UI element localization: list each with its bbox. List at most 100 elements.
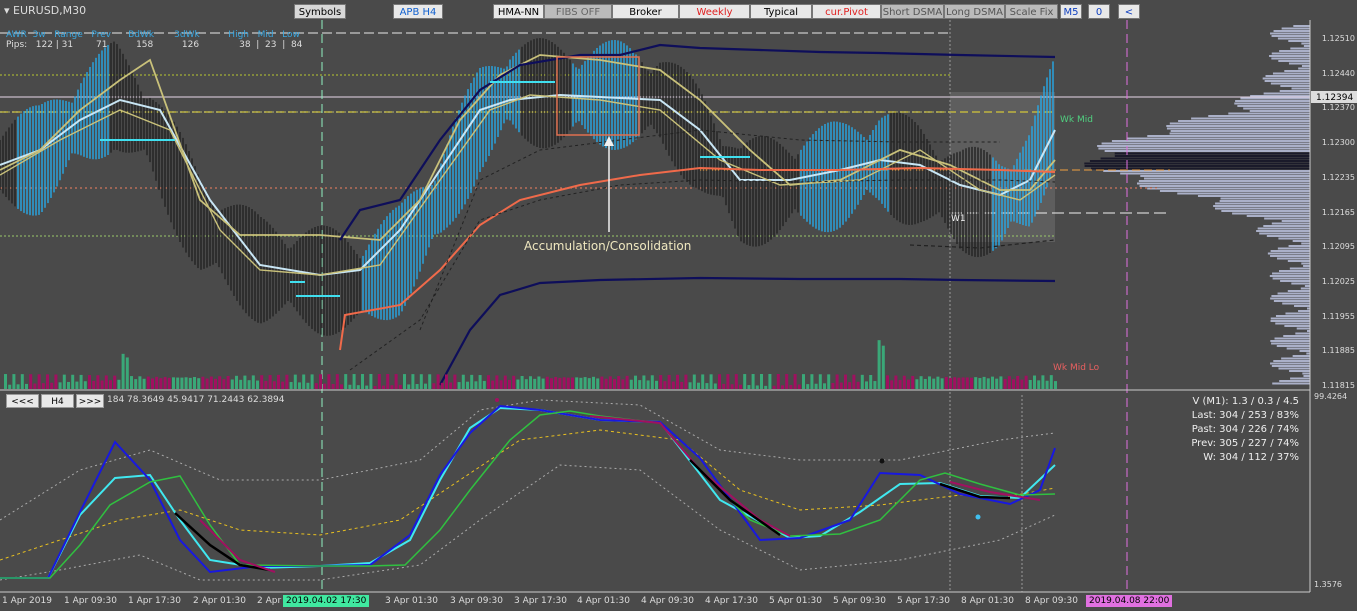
sub-prev-button[interactable]: <<<	[6, 394, 39, 408]
volume-bar	[638, 380, 642, 389]
volume-bar	[823, 383, 826, 389]
volume-bar	[550, 378, 553, 389]
volume-profile-bar	[1221, 210, 1310, 212]
weekly-button[interactable]: Weekly	[679, 4, 750, 19]
symbol-text: EURUSD,M30	[13, 4, 87, 17]
volume-bar	[281, 381, 285, 389]
volume-bar	[739, 384, 742, 389]
volume-bar	[130, 376, 133, 389]
volume-bar	[46, 374, 49, 389]
cur-pivot-button[interactable]: cur.Pivot	[812, 4, 881, 19]
volume-bar	[831, 382, 835, 389]
volume-bar	[1028, 380, 1032, 389]
volume-bar	[373, 385, 377, 389]
m5-button[interactable]: M5	[1060, 4, 1082, 19]
volume-bar	[680, 381, 684, 389]
broker-button[interactable]: Broker	[612, 4, 679, 19]
annotation-text: Accumulation/Consolidation	[524, 239, 691, 253]
volume-bar	[957, 377, 961, 389]
back-button[interactable]: <	[1118, 4, 1140, 19]
osc-dot	[495, 398, 499, 402]
volume-profile-bar	[1278, 367, 1310, 370]
volume-bar	[306, 382, 310, 389]
volume-bar	[125, 357, 129, 389]
volume-profile-bar	[1302, 372, 1310, 375]
long-dsma-button[interactable]: Long DSMA	[944, 4, 1005, 19]
volume-bar	[894, 375, 898, 389]
volume-bar	[302, 374, 306, 389]
volume-profile-bar	[1269, 55, 1310, 57]
symbols-button[interactable]: Symbols	[294, 4, 346, 19]
volume-profile-bar	[1281, 220, 1310, 222]
volume-bar	[4, 374, 7, 389]
volume-bar	[193, 377, 196, 389]
hma-nn-button[interactable]: HMA-NN	[493, 4, 544, 19]
price-axis-label: 1.12370	[1321, 103, 1355, 113]
volume-profile-bar	[1249, 110, 1310, 112]
volume-bar	[264, 380, 268, 389]
typical-button[interactable]: Typical	[750, 4, 812, 19]
volume-bar	[1024, 375, 1028, 389]
volume-bar	[209, 376, 213, 389]
volume-profile-bar	[1279, 90, 1310, 92]
volume-bar	[457, 382, 461, 389]
volume-profile-bar	[1296, 327, 1310, 330]
volume-profile-bar	[1215, 207, 1310, 210]
volume-bar	[781, 385, 784, 389]
volume-bar	[604, 378, 608, 389]
volume-profile-bar	[1237, 105, 1310, 107]
volume-profile-bar	[1091, 167, 1310, 170]
volume-profile-bar	[1197, 195, 1310, 197]
sub-stat-week: W: 304 / 112 / 37%	[1203, 452, 1299, 463]
volume-profile-bar	[1270, 362, 1310, 365]
volume-bar	[671, 381, 675, 389]
volume-bar	[16, 384, 20, 389]
volume-profile-bar	[1279, 270, 1310, 272]
chart-canvas[interactable]: Accumulation/Consolidation Wk Mid Wk Mid…	[0, 0, 1357, 611]
volume-bar	[113, 375, 117, 389]
volume-bar	[487, 375, 490, 389]
volume-bar	[873, 381, 877, 389]
scale-fix-button[interactable]: Scale Fix	[1005, 4, 1058, 19]
volume-bar	[449, 382, 453, 389]
volume-bar	[436, 374, 440, 389]
volume-bar	[667, 374, 671, 389]
volume-bar	[869, 374, 873, 389]
volume-bar	[1020, 379, 1024, 389]
volume-bar	[961, 377, 965, 389]
volume-bar	[29, 374, 33, 389]
volume-profile-bar	[1273, 300, 1310, 302]
volume-bar	[986, 378, 990, 389]
volume-profile-bar	[1272, 272, 1310, 275]
volume-profile-bar	[1246, 215, 1310, 217]
osc-dot	[879, 458, 885, 464]
apb-h4-button[interactable]: APB H4	[393, 4, 443, 19]
zero-button[interactable]: 0	[1088, 4, 1110, 19]
volume-bar	[230, 379, 234, 389]
volume-bar	[419, 374, 423, 389]
volume-bar	[768, 374, 772, 389]
volume-bar	[974, 377, 978, 389]
w1-label: W1	[951, 214, 966, 224]
volume-profile-bar	[1266, 235, 1310, 237]
volume-bar	[940, 378, 944, 389]
volume-profile-bar	[1243, 107, 1310, 110]
volume-profile-bar	[1276, 257, 1310, 260]
sub-tf-button[interactable]: H4	[41, 394, 74, 408]
fibs-button[interactable]: FIBS OFF	[544, 4, 612, 19]
volume-bar	[810, 374, 814, 389]
volume-profile-bar	[1159, 190, 1310, 192]
volume-bar	[688, 382, 692, 389]
volume-profile-bar	[1303, 375, 1310, 377]
volume-bar	[79, 374, 83, 389]
volume-profile-bar	[1270, 250, 1310, 252]
volume-profile-bar	[1304, 285, 1310, 287]
volume-profile-bar	[1104, 150, 1310, 152]
short-dsma-button[interactable]: Short DSMA	[881, 4, 944, 19]
volume-bar	[503, 375, 507, 389]
sub-next-button[interactable]: >>>	[76, 394, 104, 408]
volume-bar	[331, 383, 335, 389]
volume-bar	[676, 374, 679, 389]
volume-bar	[991, 376, 994, 389]
volume-bar	[734, 374, 738, 389]
